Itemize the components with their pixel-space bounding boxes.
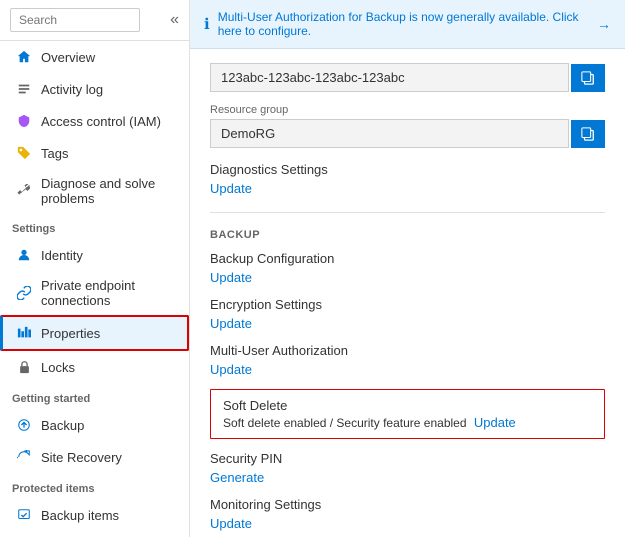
sidebar-item-site-recovery[interactable]: Site Recovery: [0, 441, 189, 473]
section-label-settings: Settings: [0, 213, 189, 239]
encryption-link[interactable]: Update: [210, 316, 252, 331]
notification-bar[interactable]: ℹ Multi-User Authorization for Backup is…: [190, 0, 625, 49]
soft-delete-desc: Soft delete enabled / Security feature e…: [223, 415, 592, 430]
lock-icon: [15, 358, 33, 376]
vault-name-field[interactable]: [210, 63, 569, 92]
backup-icon: [15, 416, 33, 434]
sidebar-item-locks[interactable]: Locks: [0, 351, 189, 383]
link-icon: [15, 284, 33, 302]
sidebar-item-backup[interactable]: Backup: [0, 409, 189, 441]
sidebar-label-private-endpoint: Private endpoint connections: [41, 278, 177, 308]
soft-delete-section: Soft Delete Soft delete enabled / Securi…: [210, 389, 605, 439]
sidebar-item-backup-items[interactable]: Backup items: [0, 499, 189, 531]
search-input[interactable]: [10, 8, 140, 32]
identity-icon: [15, 246, 33, 264]
search-box: «: [0, 0, 189, 41]
wrench-icon: [15, 182, 33, 200]
vault-name-row: [210, 63, 605, 92]
sidebar-label-backup: Backup: [41, 418, 84, 433]
security-pin-link[interactable]: Generate: [210, 470, 264, 485]
diagnostics-title: Diagnostics Settings: [210, 162, 605, 177]
diagnostics-section: Diagnostics Settings Update: [210, 162, 605, 196]
resource-group-row: [210, 119, 605, 148]
collapse-button[interactable]: «: [170, 11, 179, 29]
resource-group-label: Resource group: [210, 104, 605, 116]
multi-user-auth-section: Multi-User Authorization Update: [210, 343, 605, 377]
sidebar-item-identity[interactable]: Identity: [0, 239, 189, 271]
backup-config-link[interactable]: Update: [210, 270, 252, 285]
sidebar-item-tags[interactable]: Tags: [0, 137, 189, 169]
sidebar-item-private-endpoint[interactable]: Private endpoint connections: [0, 271, 189, 315]
encryption-section: Encryption Settings Update: [210, 297, 605, 331]
security-pin-section: Security PIN Generate: [210, 451, 605, 485]
section-label-getting-started: Getting started: [0, 383, 189, 409]
resource-group-field[interactable]: [210, 119, 569, 148]
sidebar-label-tags: Tags: [41, 146, 68, 161]
sidebar-label-site-recovery: Site Recovery: [41, 450, 122, 465]
main-content: ℹ Multi-User Authorization for Backup is…: [190, 0, 625, 537]
multi-user-auth-link[interactable]: Update: [210, 362, 252, 377]
sidebar-item-diagnose[interactable]: Diagnose and solve problems: [0, 169, 189, 213]
home-icon: [15, 48, 33, 66]
sidebar-label-properties: Properties: [41, 326, 100, 341]
shield-icon: [15, 112, 33, 130]
sidebar-item-replicated-items[interactable]: Replicated items: [0, 531, 189, 537]
diagnostics-update-link[interactable]: Update: [210, 181, 252, 196]
tag-icon: [15, 144, 33, 162]
sidebar-label-backup-items: Backup items: [41, 508, 119, 523]
sidebar-label-locks: Locks: [41, 360, 75, 375]
resource-group-copy-button[interactable]: [571, 120, 605, 148]
sidebar-item-properties[interactable]: Properties: [0, 315, 189, 351]
sidebar-item-activity-log[interactable]: Activity log: [0, 73, 189, 105]
log-icon: [15, 80, 33, 98]
sidebar-item-access-control[interactable]: Access control (IAM): [0, 105, 189, 137]
notification-text: Multi-User Authorization for Backup is n…: [218, 10, 597, 38]
soft-delete-link[interactable]: Update: [474, 415, 516, 430]
security-pin-title: Security PIN: [210, 451, 605, 466]
sidebar-label-identity: Identity: [41, 248, 83, 263]
monitoring-section: Monitoring Settings Update: [210, 497, 605, 531]
backup-section-title: BACKUP: [210, 229, 605, 241]
backup-config-title: Backup Configuration: [210, 251, 605, 266]
section-label-protected-items: Protected items: [0, 473, 189, 499]
encryption-title: Encryption Settings: [210, 297, 605, 312]
info-icon: ℹ: [204, 15, 210, 33]
sidebar: « Overview Activity log Access control (…: [0, 0, 190, 537]
sidebar-label-overview: Overview: [41, 50, 95, 65]
backup-config-section: Backup Configuration Update: [210, 251, 605, 285]
backup-items-icon: [15, 506, 33, 524]
notification-arrow: →: [597, 16, 611, 32]
monitoring-link[interactable]: Update: [210, 516, 252, 531]
sidebar-label-diagnose: Diagnose and solve problems: [41, 176, 177, 206]
sidebar-label-activity-log: Activity log: [41, 82, 103, 97]
properties-icon: [15, 324, 33, 342]
soft-delete-title: Soft Delete: [223, 398, 592, 413]
sidebar-item-overview[interactable]: Overview: [0, 41, 189, 73]
vault-name-copy-button[interactable]: [571, 64, 605, 92]
sidebar-label-access-control: Access control (IAM): [41, 114, 161, 129]
content-area: Resource group Diagnostics Settings Upda…: [190, 49, 625, 537]
divider: [210, 212, 605, 213]
monitoring-title: Monitoring Settings: [210, 497, 605, 512]
recovery-icon: [15, 448, 33, 466]
multi-user-auth-title: Multi-User Authorization: [210, 343, 605, 358]
